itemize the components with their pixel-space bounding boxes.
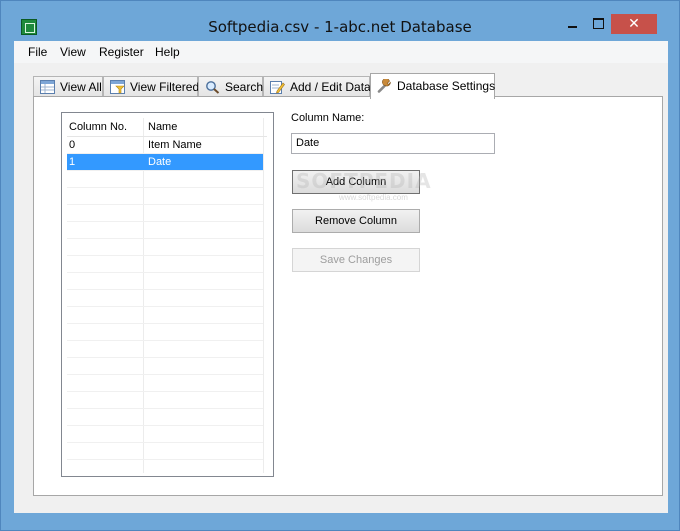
remove-column-button[interactable]: Remove Column [292,209,420,233]
client-area: File View Register Help View All View Fi… [14,41,668,513]
magnifier-icon [206,81,220,94]
tab-label: Search [225,80,264,94]
empty-row [67,409,263,426]
cell-name: Item Name [148,139,202,151]
empty-row [67,171,263,188]
menu-file[interactable]: File [28,45,47,59]
tab-view-all[interactable]: View All [33,76,103,98]
empty-row [67,358,263,375]
table-row-selected[interactable]: 1 Date [67,154,263,171]
tab-view-filtered[interactable]: View Filtered [103,76,200,98]
filter-table-icon [110,80,125,94]
menu-bar: File View Register Help [14,41,668,63]
minimize-button[interactable] [559,14,585,34]
tab-add-edit-data[interactable]: Add / Edit Data [263,76,371,98]
tab-label: Add / Edit Data [290,80,371,94]
menu-register[interactable]: Register [99,45,144,59]
column-name-field[interactable]: Date [291,133,495,154]
column-name-label: Column Name: [291,112,365,124]
tab-label: Database Settings [397,79,496,93]
softpedia-watermark-url: www.softpedia.com [339,193,408,202]
grid-column-divider [263,118,264,473]
tab-label: View Filtered [130,80,200,94]
wrench-icon [377,79,391,93]
menu-help[interactable]: Help [155,45,180,59]
softpedia-watermark: SOFTPEDIA [296,169,432,193]
app-window: Softpedia.csv - 1-abc.net Database ✕ Fil… [0,0,680,531]
empty-row [67,290,263,307]
save-changes-button[interactable]: Save Changes [292,248,420,272]
tab-search[interactable]: Search [198,76,263,98]
tab-label: View All [60,80,102,94]
title-bar[interactable]: Softpedia.csv - 1-abc.net Database ✕ [1,1,679,41]
empty-row [67,307,263,324]
empty-row [67,392,263,409]
empty-row [67,375,263,392]
empty-row [67,239,263,256]
cell-name: Date [148,156,172,168]
close-button[interactable]: ✕ [611,14,657,34]
empty-row [67,324,263,341]
empty-row [67,222,263,239]
empty-row [67,188,263,205]
columns-grid[interactable]: Column No. Name 0 Item Name 1 Date [61,112,274,477]
empty-row [67,443,263,460]
cell-column-no: 1 [69,156,76,168]
header-name[interactable]: Name [148,121,177,133]
tab-strip: View All View Filtered Search Add / Edit… [14,73,668,99]
menu-view[interactable]: View [60,45,86,59]
close-icon: ✕ [628,16,640,32]
tab-database-settings[interactable]: Database Settings [370,73,495,99]
empty-row [67,341,263,358]
empty-row [67,205,263,222]
empty-row [67,426,263,443]
table-row[interactable]: 0 Item Name [67,137,263,154]
empty-row [67,256,263,273]
header-column-no[interactable]: Column No. [69,121,127,133]
empty-row [67,273,263,290]
grid-header: Column No. Name [67,118,267,137]
cell-column-no: 0 [69,139,76,151]
database-settings-panel: Column No. Name 0 Item Name 1 Date Colum… [33,96,663,496]
maximize-button[interactable] [585,14,611,34]
table-icon [40,80,55,94]
edit-icon [270,81,285,94]
